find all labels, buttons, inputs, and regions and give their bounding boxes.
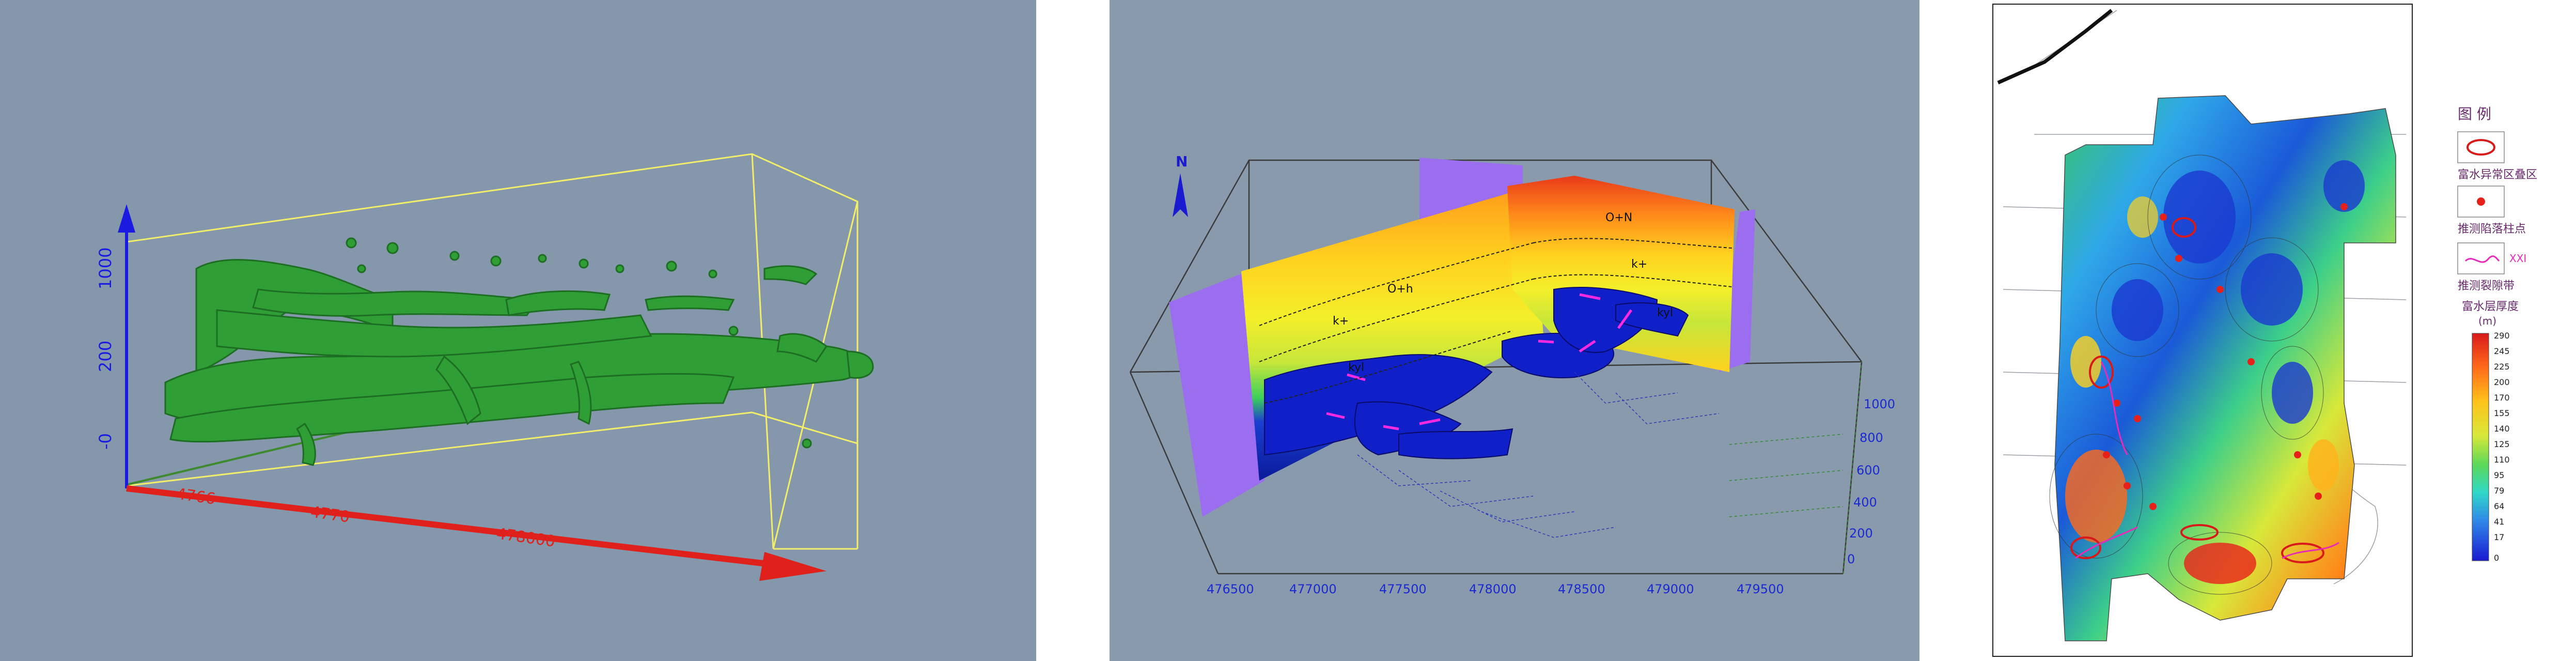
legend-label: 推测裂隙带 xyxy=(2458,280,2515,293)
red-ellipse-icon xyxy=(2466,139,2495,156)
fence-diagram-3d-view[interactable]: N O+N O+h k+ k+ kyl kyl 476500 477000 47… xyxy=(1110,0,1919,661)
legend-swatch-box xyxy=(2457,131,2505,163)
colorbar-tick: 170 xyxy=(2494,393,2510,403)
x-tick: 477500 xyxy=(1379,582,1427,596)
colorbar-tick: 95 xyxy=(2494,470,2504,480)
north-arrow: N xyxy=(1173,153,1188,217)
legend-label: 推测陷落柱点 xyxy=(2458,223,2526,236)
legend-label: 富水异常区叠区 xyxy=(2458,168,2537,181)
colorbar xyxy=(2472,333,2489,561)
colorbar-tick: 200 xyxy=(2494,377,2510,387)
z-tick: 800 xyxy=(1860,431,1883,445)
north-arrow-icon xyxy=(1173,173,1188,217)
legend: 图 例 富水异常区叠区 推测陷落柱点 XXI 推测裂隙带 富水层厚度 (m) 2… xyxy=(2457,105,2537,563)
contour-map-canvas: 图 例 富水异常区叠区 推测陷落柱点 XXI 推测裂隙带 富水层厚度 (m) 2… xyxy=(1992,4,2537,657)
z-tick: -0 xyxy=(96,433,115,450)
contour-map-view[interactable]: 图 例 富水异常区叠区 推测陷落柱点 XXI 推测裂隙带 富水层厚度 (m) 2… xyxy=(1982,0,2576,661)
colorbar-tick: 17 xyxy=(2494,532,2504,542)
isosurface-3d-view[interactable]: 1000 200 -0 4766 4770 478000 xyxy=(0,0,1036,661)
layer-label: O+N xyxy=(1605,211,1632,224)
isosurface-canvas: 1000 200 -0 4766 4770 478000 xyxy=(96,153,874,581)
colorbar-tick: 140 xyxy=(2494,424,2510,434)
x-tick: 478000 xyxy=(1469,582,1517,596)
legend-tag: XXI xyxy=(2509,252,2526,265)
x-tick: 476500 xyxy=(1207,582,1254,596)
x-tick: 4766 xyxy=(175,485,216,508)
legend-title: 图 例 xyxy=(2458,105,2491,122)
layer-label: k+ xyxy=(1333,315,1349,328)
colorbar-tick: 110 xyxy=(2494,455,2510,465)
colorbar-tick: 155 xyxy=(2494,408,2510,418)
colorbar-tick: 64 xyxy=(2494,501,2504,511)
z-tick: 1000 xyxy=(1864,397,1895,411)
x-tick: 479000 xyxy=(1647,582,1694,596)
colorbar-tick: 0 xyxy=(2494,553,2499,563)
colorbar-tick: 245 xyxy=(2494,346,2510,356)
north-label: N xyxy=(1176,153,1188,170)
colorbar-tick: 41 xyxy=(2494,517,2504,527)
z-tick: 1000 xyxy=(96,248,115,289)
z-axis-ticks: 1000 200 -0 xyxy=(96,248,115,450)
x-axis-arrowhead xyxy=(759,552,826,581)
colorbar-tick: 79 xyxy=(2494,486,2504,496)
z-tick: 200 xyxy=(96,341,115,372)
x-tick: 478000 xyxy=(495,525,556,551)
layer-label: kyl xyxy=(1348,361,1364,374)
red-dot-icon xyxy=(2477,197,2485,206)
z-axis-arrowhead xyxy=(118,204,135,233)
colorbar-tick: 225 xyxy=(2494,362,2510,372)
z-tick: 400 xyxy=(1853,495,1877,510)
z-tick: 200 xyxy=(1849,526,1873,541)
colorbar-tick: 290 xyxy=(2494,331,2510,341)
z-tick: 600 xyxy=(1856,463,1880,478)
colorbar-ticks: 290 245 225 200 170 155 140 125 110 95 7… xyxy=(2494,331,2510,563)
x-tick: 478500 xyxy=(1558,582,1605,596)
x-axis-line xyxy=(126,485,786,569)
z-axis-ticks: 1000 800 600 400 200 0 xyxy=(1847,397,1895,566)
x-tick: 479500 xyxy=(1737,582,1784,596)
colorbar-title: 富水层厚度 xyxy=(2462,300,2519,313)
colorbar-unit: (m) xyxy=(2478,315,2496,327)
pink-wave-icon xyxy=(2464,255,2500,263)
x-axis-ticks: 476500 477000 477500 478000 478500 47900… xyxy=(1207,582,1784,596)
right-grid xyxy=(1729,361,1862,574)
layer-label: k+ xyxy=(1631,258,1647,271)
layer-label: kyl xyxy=(1657,306,1673,319)
z-tick: 0 xyxy=(1847,552,1855,566)
x-tick: 4770 xyxy=(309,503,351,526)
layer-label: O+h xyxy=(1387,283,1413,296)
colorbar-tick: 125 xyxy=(2494,439,2510,449)
x-tick: 477000 xyxy=(1289,582,1337,596)
fence-diagram-canvas: N O+N O+h k+ k+ kyl kyl 476500 477000 47… xyxy=(1129,153,1895,596)
